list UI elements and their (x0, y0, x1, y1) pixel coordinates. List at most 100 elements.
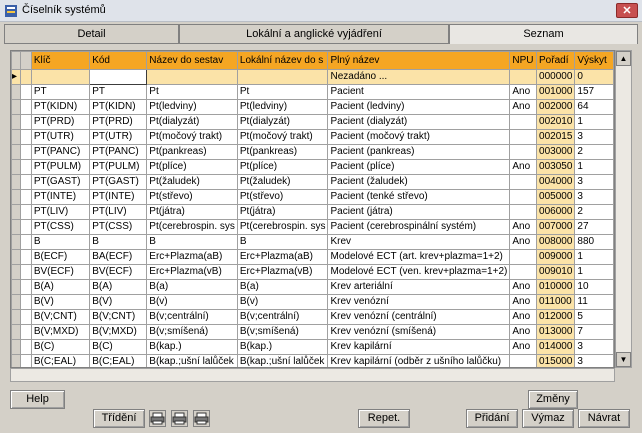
table-cell[interactable]: Krev venózní (smíšená) (327, 324, 511, 340)
table-cell[interactable]: B(C;EAL) (89, 354, 148, 367)
table-cell[interactable]: B(C;EAL) (30, 354, 91, 367)
table-cell[interactable]: Ano (509, 234, 538, 250)
delete-button[interactable]: Výmaz (522, 409, 574, 428)
table-cell[interactable]: 010000 (536, 279, 576, 295)
table-cell[interactable]: Pacient (močový trakt) (327, 129, 511, 145)
table-cell[interactable]: 157 (574, 84, 614, 100)
table-cell[interactable]: BV(ECF) (30, 264, 91, 280)
table-cell[interactable]: 10 (574, 279, 614, 295)
table-cell[interactable]: 014000 (536, 339, 576, 355)
table-row[interactable]: PT(CSS) PT(CSS) Pt(cerebrospin. sys Pt(cere… (11, 219, 614, 235)
table-cell[interactable]: Nezadáno ... (327, 69, 511, 85)
table-cell[interactable]: Pt (236, 84, 329, 100)
table-cell[interactable]: 007000 (536, 219, 576, 235)
table-cell[interactable]: 002000 (536, 99, 576, 115)
table-cell[interactable]: Ano (509, 219, 538, 235)
table-cell[interactable]: Pacient (plíce) (327, 159, 511, 175)
table-cell[interactable]: Erc+Plazma(aB) (236, 249, 329, 265)
table-cell[interactable]: B (146, 234, 238, 250)
column-header-6[interactable]: Pořadí (536, 51, 576, 70)
table-cell[interactable]: Pt(střevo) (236, 189, 329, 205)
repeat-button[interactable]: Repet. (358, 409, 410, 428)
table-cell[interactable]: PT(GAST) (30, 174, 91, 190)
table-row[interactable]: B(V;CNT) B(V;CNT) B(v;centrální) B(v;centrá… (11, 309, 614, 325)
table-row[interactable]: B(V) B(V) B(v) B(v) Krev venózní Ano 011000 11 (11, 294, 614, 310)
table-row[interactable]: B(C) B(C) B(kap.) B(kap.) Krev kapilární Ano 0… (11, 339, 614, 355)
add-button[interactable]: Přidání (466, 409, 518, 428)
table-cell[interactable]: Pt(žaludek) (236, 174, 329, 190)
table-cell[interactable]: 1 (574, 264, 614, 280)
table-cell[interactable]: Pt(plíce) (146, 159, 238, 175)
table-cell[interactable]: BV(ECF) (89, 264, 148, 280)
table-cell[interactable]: Pt(cerebrospin. sys (146, 219, 238, 235)
table-cell[interactable]: B(C) (89, 339, 148, 355)
table-cell[interactable]: PT(KIDN) (89, 99, 148, 115)
table-row[interactable]: BV(ECF) BV(ECF) Erc+Plazma(vB) Erc+Plazma(v… (11, 264, 614, 280)
table-cell[interactable]: Erc+Plazma(aB) (146, 249, 238, 265)
table-row[interactable]: B(A) B(A) B(a) B(a) Krev arteriální Ano 010000… (11, 279, 614, 295)
table-cell[interactable] (509, 189, 538, 205)
column-header-3[interactable]: Lokální název do s (236, 51, 329, 70)
print-setup-icon[interactable] (193, 410, 210, 427)
table-cell[interactable]: Ano (509, 294, 538, 310)
table-cell[interactable]: 011000 (536, 294, 576, 310)
table-row[interactable]: PT(PULM) PT(PULM) Pt(plíce) Pt(plíce) Pacien… (11, 159, 614, 175)
table-cell[interactable]: 005000 (536, 189, 576, 205)
table-row[interactable]: B(C;EAL) B(C;EAL) B(kap.;ušní lalůček B(kap… (11, 354, 614, 367)
table-cell[interactable]: 002010 (536, 114, 576, 130)
table-cell[interactable]: PT(KIDN) (30, 99, 91, 115)
table-cell[interactable]: 1 (574, 114, 614, 130)
table-cell[interactable]: Pt(ledviny) (236, 99, 329, 115)
table-cell[interactable]: 27 (574, 219, 614, 235)
table-cell[interactable] (30, 69, 91, 85)
table-cell[interactable] (89, 69, 148, 85)
table-cell[interactable]: Krev venózní (327, 294, 511, 310)
table-cell[interactable]: 1 (574, 159, 614, 175)
table-cell[interactable] (509, 249, 538, 265)
table-cell[interactable]: B(kap.) (146, 339, 238, 355)
table-cell[interactable]: Pt(střevo) (146, 189, 238, 205)
table-cell[interactable]: Erc+Plazma(vB) (146, 264, 238, 280)
table-cell[interactable]: Ano (509, 159, 538, 175)
table-cell[interactable]: PT(PRD) (30, 114, 91, 130)
table-cell[interactable]: B(kap.) (236, 339, 329, 355)
table-cell[interactable]: BA(ECF) (89, 249, 148, 265)
column-header-2[interactable]: Název do sestav (146, 51, 238, 70)
table-cell[interactable]: B(V;CNT) (89, 309, 148, 325)
table-cell[interactable]: Pt(plíce) (236, 159, 329, 175)
table-cell[interactable]: Pacient (327, 84, 511, 100)
table-cell[interactable]: PT(GAST) (89, 174, 148, 190)
table-cell[interactable]: 000000 (536, 69, 576, 85)
table-cell[interactable]: B(kap.;ušní lalůček (146, 354, 238, 367)
table-cell[interactable]: B(v;smíšená) (146, 324, 238, 340)
table-cell[interactable] (509, 174, 538, 190)
table-cell[interactable]: Pacient (žaludek) (327, 174, 511, 190)
table-cell[interactable]: Pacient (játra) (327, 204, 511, 220)
horizontal-scrollbar[interactable] (10, 368, 615, 382)
table-cell[interactable]: Pacient (dialyzát) (327, 114, 511, 130)
table-cell[interactable] (236, 69, 329, 85)
table-cell[interactable]: 3 (574, 339, 614, 355)
table-cell[interactable]: Pt(ledviny) (146, 99, 238, 115)
table-cell[interactable]: 013000 (536, 324, 576, 340)
table-cell[interactable]: 004000 (536, 174, 576, 190)
table-cell[interactable]: 015000 (536, 354, 576, 367)
table-row[interactable]: B(V;MXD) B(V;MXD) B(v;smíšená) B(v;smíšená)… (11, 324, 614, 340)
table-cell[interactable]: B(v;centrální) (236, 309, 329, 325)
table-cell[interactable]: PT(LIV) (89, 204, 148, 220)
column-header-0[interactable]: Klíč (30, 51, 91, 70)
table-cell[interactable]: PT(PULM) (89, 159, 148, 175)
table-cell[interactable]: Pt(močový trakt) (236, 129, 329, 145)
vertical-scrollbar[interactable]: ▲ ▼ (615, 50, 632, 368)
table-cell[interactable]: B(V;MXD) (30, 324, 91, 340)
table-cell[interactable]: Pt(dialyzát) (146, 114, 238, 130)
help-button[interactable]: Help (10, 390, 65, 409)
print-icon[interactable] (149, 410, 166, 427)
back-button[interactable]: Návrat (578, 409, 630, 428)
table-cell[interactable]: B(V;MXD) (89, 324, 148, 340)
table-cell[interactable]: Pt(močový trakt) (146, 129, 238, 145)
table-cell[interactable]: 2 (574, 204, 614, 220)
table-cell[interactable]: PT(PULM) (30, 159, 91, 175)
table-cell[interactable]: B(V) (89, 294, 148, 310)
table-cell[interactable]: 001000 (536, 84, 576, 100)
